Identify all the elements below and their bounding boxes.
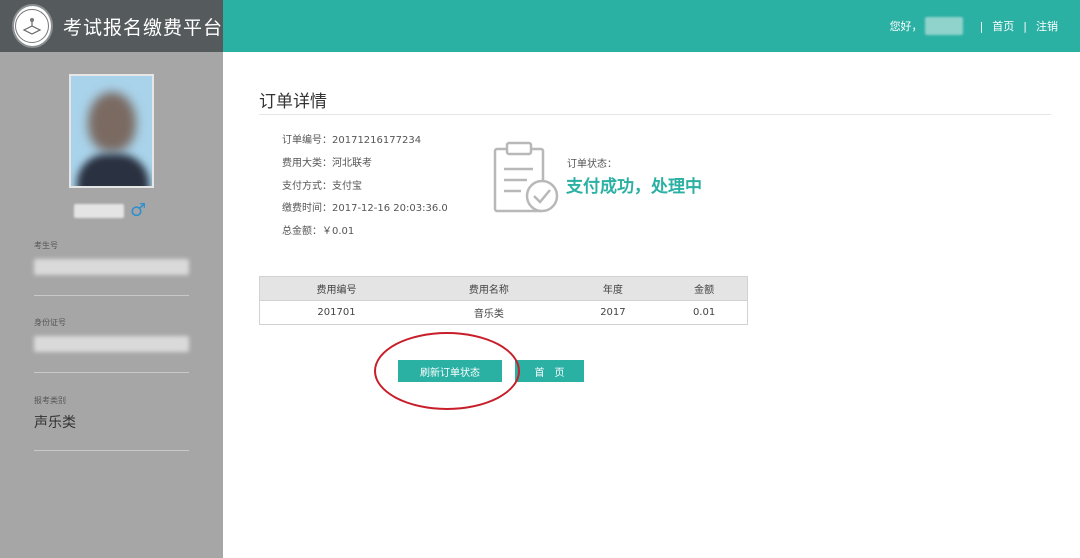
category-field: 报考类别 声乐类 bbox=[34, 395, 189, 432]
avatar bbox=[69, 74, 154, 188]
exam-number-label: 考生号 bbox=[34, 241, 58, 250]
student-name-redacted bbox=[74, 204, 124, 218]
category-value: 声乐类 bbox=[34, 415, 76, 431]
table-header-row: 费用编号 费用名称 年度 金额 bbox=[259, 276, 749, 301]
nav-separator: | bbox=[1023, 19, 1027, 33]
brand: 考试报名缴费平台 bbox=[0, 0, 223, 52]
column-header: 费用编号 bbox=[259, 276, 414, 301]
table-row: 201701 音乐类 2017 0.01 bbox=[259, 300, 749, 325]
fee-table: 费用编号 费用名称 年度 金额 201701 音乐类 2017 0.01 bbox=[259, 276, 749, 325]
username-redacted bbox=[924, 17, 963, 35]
title-divider bbox=[259, 114, 1051, 115]
order-status-text: 支付成功，处理中 bbox=[566, 177, 702, 197]
home-button[interactable]: 首页 bbox=[515, 360, 584, 382]
category-label: 报考类别 bbox=[34, 396, 66, 405]
exam-number-field: 考生号 bbox=[34, 240, 189, 275]
column-header: 费用名称 bbox=[413, 276, 565, 301]
sidebar-divider bbox=[34, 295, 189, 296]
page-title: 订单详情 bbox=[259, 92, 327, 112]
table-cell: 201701 bbox=[259, 300, 414, 325]
exam-number-redacted bbox=[34, 259, 189, 275]
column-header: 年度 bbox=[564, 276, 662, 301]
nav-separator: | bbox=[979, 19, 984, 33]
column-header: 金额 bbox=[661, 276, 749, 301]
id-number-label: 身份证号 bbox=[34, 318, 66, 327]
home-link[interactable]: 首页 bbox=[992, 18, 1014, 34]
male-symbol-icon: ♂ bbox=[130, 200, 147, 221]
payment-method: 支付方式：支付宝 bbox=[282, 181, 362, 192]
main-content: 订单详情 订单编号：20171216177234 费用大类：河北联考 支付方式：… bbox=[223, 52, 1080, 558]
fee-category: 费用大类：河北联考 bbox=[282, 158, 372, 169]
clipboard-check-icon bbox=[493, 141, 559, 213]
payment-time: 缴费时间：2017-12-16 20:03:36.0 bbox=[282, 203, 448, 214]
sidebar-divider bbox=[34, 450, 189, 451]
order-number: 订单编号：20171216177234 bbox=[282, 135, 422, 146]
table-cell: 2017 bbox=[564, 300, 662, 325]
id-number-field: 身份证号 bbox=[34, 317, 189, 352]
app-title: 考试报名缴费平台 bbox=[62, 16, 223, 39]
sidebar-divider bbox=[34, 372, 189, 373]
logout-link[interactable]: 注销 bbox=[1036, 18, 1058, 34]
table-cell: 0.01 bbox=[661, 300, 749, 325]
refresh-order-status-button[interactable]: 刷新订单状态 bbox=[398, 360, 502, 382]
id-number-redacted bbox=[34, 336, 189, 352]
header: 考试报名缴费平台 您好， | 首页 | 注销 bbox=[0, 0, 1080, 52]
top-nav: 您好， | 首页 | 注销 bbox=[223, 0, 1080, 52]
sidebar: ♂ 考生号 身份证号 报考类别 声乐类 bbox=[0, 52, 223, 558]
student-name-row: ♂ bbox=[74, 202, 146, 220]
order-status-label: 订单状态： bbox=[567, 159, 617, 170]
total-amount: 总金额：￥0.01 bbox=[282, 226, 355, 237]
greeting-text: 您好， bbox=[889, 20, 923, 33]
table-cell: 音乐类 bbox=[413, 300, 565, 325]
school-seal-icon bbox=[12, 4, 53, 48]
